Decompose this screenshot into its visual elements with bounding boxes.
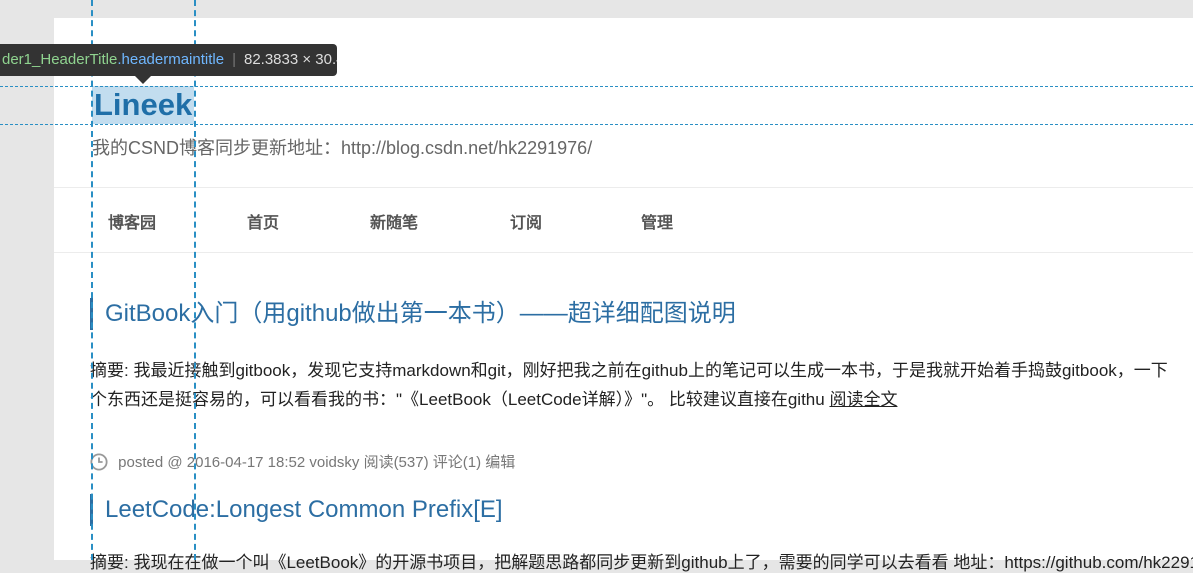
inspect-guide-bottom: [0, 124, 1193, 125]
nav-item-subscribe[interactable]: 订阅: [510, 188, 542, 252]
main-nav: 博客园 首页 新随笔 订阅 管理: [54, 187, 1193, 253]
post-title-gitbook[interactable]: GitBook入门（用github做出第一本书）——超详细配图说明: [90, 298, 736, 330]
inspect-guide-right: [194, 0, 196, 560]
post-summary: 摘要: 我最近接触到gitbook，发现它支持markdown和git，刚好把我…: [90, 356, 1193, 414]
post-edit-link[interactable]: 编辑: [485, 454, 515, 471]
post-summary-2: 摘要: 我现在在做一个叫《LeetBook》的开源书项目，把解题思路都同步更新到…: [90, 553, 1193, 572]
header-subtitle: 我的CSND博客同步更新地址：http://blog.csdn.net/hk22…: [92, 138, 593, 158]
inspect-guide-left: [91, 0, 93, 560]
post-reads-link[interactable]: 阅读(537): [364, 454, 429, 471]
header-main-title[interactable]: Lineek: [92, 86, 195, 124]
post-summary-line-2: 个东西还是挺容易的，可以看看我的书："《LeetBook（LeetCode详解）…: [90, 385, 1193, 414]
post-summary-text: 个东西还是挺容易的，可以看看我的书："《LeetBook（LeetCode详解）…: [90, 390, 825, 409]
post-summary-line: 摘要: 我最近接触到gitbook，发现它支持markdown和git，刚好把我…: [90, 361, 1168, 380]
tooltip-selector: der1_HeaderTitle: [2, 51, 118, 68]
tooltip-separator: |: [232, 51, 236, 68]
nav-item-cnblogs[interactable]: 博客园: [108, 188, 156, 252]
inspect-tooltip: der1_HeaderTitle.headermaintitle | 82.3833…: [0, 44, 337, 76]
tooltip-arrow: [135, 76, 151, 84]
nav-item-manage[interactable]: 管理: [641, 188, 673, 252]
tooltip-size: 82.3833 × 30.4: [243, 51, 337, 68]
nav-item-home[interactable]: 首页: [247, 188, 279, 252]
page-container: [54, 18, 1193, 560]
post-meta-text: posted @ 2016-04-17 18:52 voidsky: [118, 454, 360, 471]
inspect-guide-top: [0, 86, 1193, 87]
nav-item-new-post[interactable]: 新随笔: [370, 188, 418, 252]
post-comments-link[interactable]: 评论(1): [433, 454, 481, 471]
read-more-link[interactable]: 阅读全文: [829, 390, 897, 409]
tooltip-class: .headermaintitle: [117, 51, 225, 68]
post-title-leetcode[interactable]: LeetCode:Longest Common Prefix[E]: [90, 494, 503, 526]
header-title-wrap: Lineek: [92, 86, 195, 124]
post-meta: posted @ 2016-04-17 18:52 voidsky 阅读(537…: [90, 452, 515, 474]
